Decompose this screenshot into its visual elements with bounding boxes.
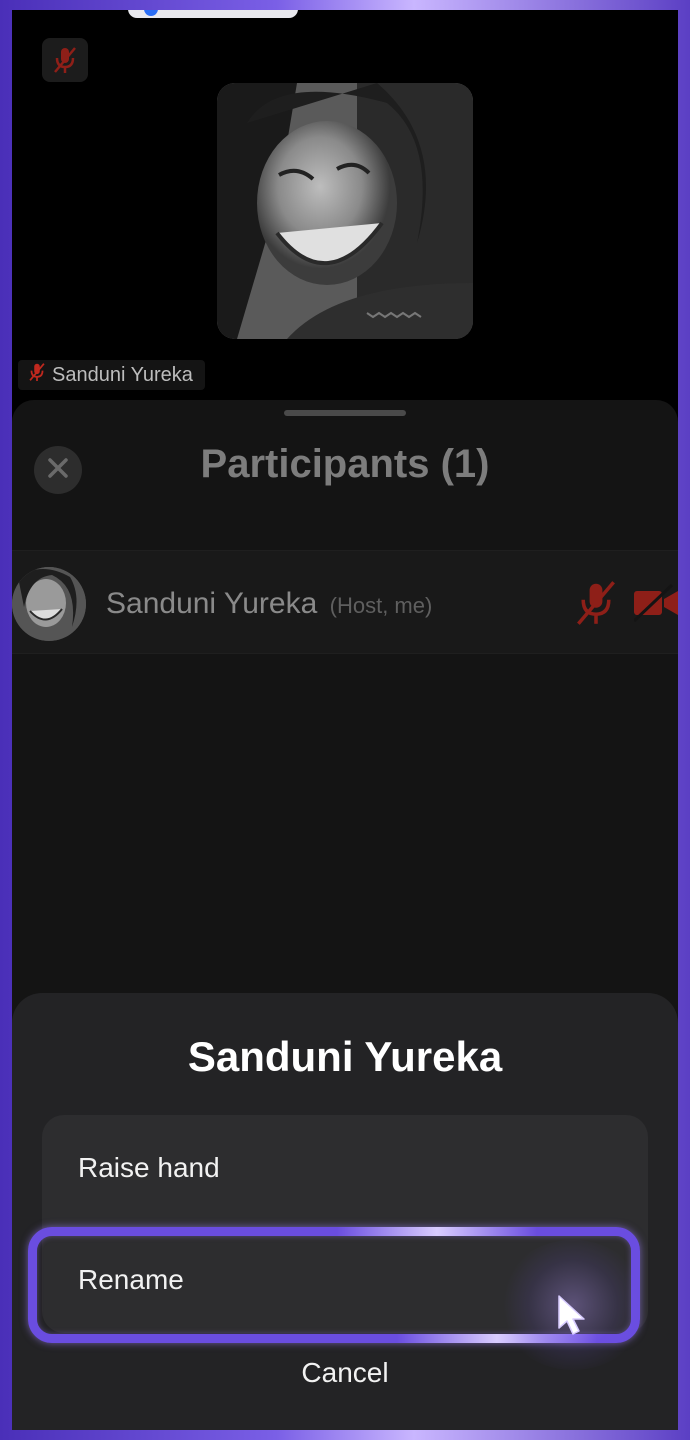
participant-name-text: Sanduni Yureka (106, 587, 318, 620)
camera-off-icon[interactable] (632, 583, 678, 628)
raise-hand-option[interactable]: Raise hand (42, 1115, 648, 1221)
participant-row[interactable]: Sanduni Yureka (Host, me) (12, 550, 678, 654)
video-name-tag: Sanduni Yureka (18, 360, 205, 390)
drag-handle[interactable] (284, 410, 406, 416)
participant-name: Sanduni Yureka (Host, me) (106, 587, 432, 621)
video-participant-name: Sanduni Yureka (52, 363, 193, 386)
mic-off-icon[interactable] (42, 38, 88, 82)
participant-video (217, 83, 473, 339)
mic-off-icon[interactable] (574, 579, 618, 632)
participant-role: (Host, me) (329, 593, 433, 618)
avatar (12, 567, 86, 641)
meeting-screen: Sanduni Yureka Participants (1) Sanduni … (12, 10, 678, 1430)
cursor-pointer-icon (556, 1294, 590, 1341)
mic-off-icon (28, 361, 46, 389)
panel-title: Participants (1) (200, 442, 490, 486)
status-pill (128, 10, 298, 18)
action-sheet-title: Sanduni Yureka (187, 1033, 503, 1080)
